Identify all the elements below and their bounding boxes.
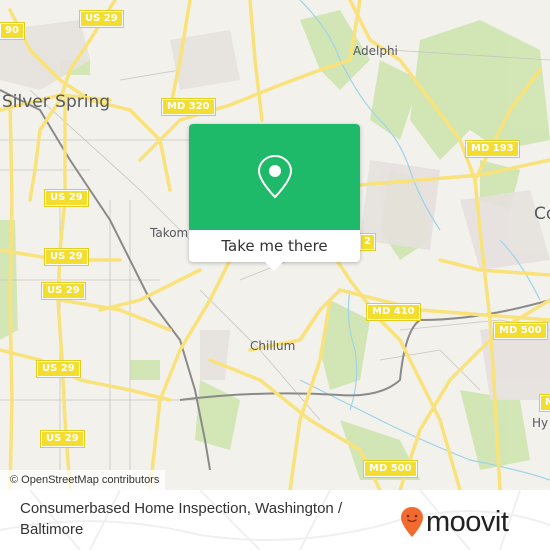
- location-pin-icon: [257, 154, 293, 199]
- moovit-logo[interactable]: moovit: [400, 504, 509, 540]
- footer-bar: Consumerbased Home Inspection, Washingto…: [0, 490, 550, 550]
- place-label-silver-spring: Silver Spring: [2, 92, 111, 112]
- route-shield-md500: MD 500: [539, 394, 550, 412]
- place-label-hy: Hy: [532, 416, 549, 430]
- route-shield-us29: US 29: [44, 189, 89, 207]
- place-label-co: Co: [534, 204, 550, 224]
- route-shield-us29: US 29: [79, 10, 124, 28]
- route-shield-us29: US 29: [41, 282, 86, 300]
- route-shield-md320: MD 320: [161, 98, 216, 116]
- route-shield-us29: US 29: [36, 360, 81, 378]
- place-title: Consumerbased Home Inspection, Washingto…: [20, 500, 343, 538]
- popup-header: [189, 124, 360, 230]
- take-me-there-popup[interactable]: Take me there: [189, 124, 360, 271]
- route-shield-90: 90: [0, 22, 25, 40]
- route-shield-md500: MD 500: [493, 322, 548, 340]
- place-label-chillum: Chillum: [250, 339, 296, 353]
- moovit-pin-icon: [401, 507, 423, 537]
- popup-pointer: [265, 262, 283, 271]
- place-label-takoma-park: Takoma Park: [150, 226, 226, 240]
- take-me-there-button[interactable]: Take me there: [189, 230, 360, 262]
- map-attribution[interactable]: © OpenStreetMap contributors: [0, 470, 166, 490]
- route-shield-md500: MD 500: [363, 460, 418, 478]
- route-shield-md193: MD 193: [465, 140, 520, 158]
- moovit-wordmark: moovit: [426, 505, 509, 538]
- map-view[interactable]: Silver Spring Adelphi Takoma Park Chillu…: [0, 0, 550, 490]
- place-label-adelphi: Adelphi: [353, 44, 398, 58]
- route-shield-us29: US 29: [44, 248, 89, 266]
- route-shield-us29: US 29: [40, 430, 85, 448]
- route-shield-md410: MD 410: [366, 303, 421, 321]
- route-shield-partial: 2: [359, 233, 376, 251]
